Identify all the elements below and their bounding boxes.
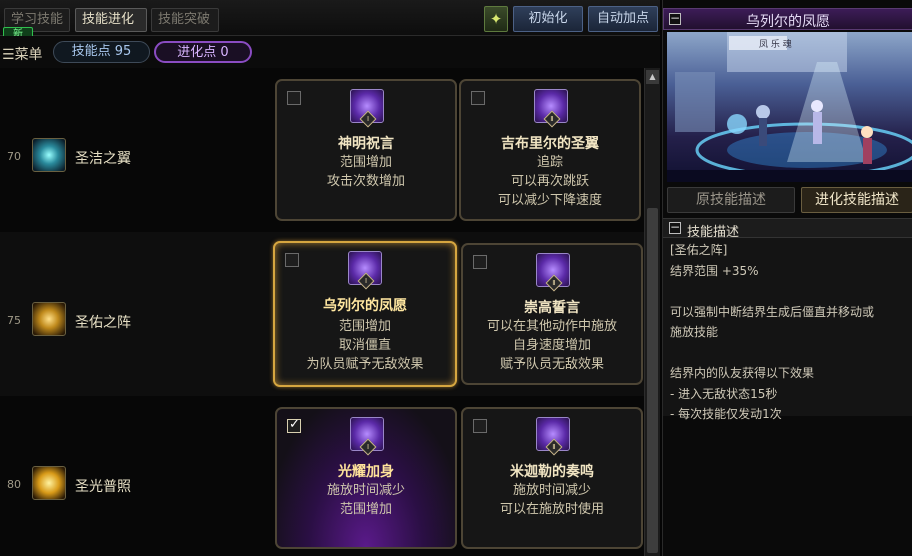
skill-row: 75 圣佑之阵 Ⅰ 乌列尔的凤愿 范围增加 取消僵直 为队员赋予无敌效果 Ⅱ 崇… — [0, 232, 644, 396]
option-effect: 取消僵直 — [338, 338, 391, 353]
wing-skill-icon[interactable] — [32, 138, 66, 172]
evolution-rune-icon: Ⅱ — [536, 253, 570, 292]
sparkle-icon: ✦ — [489, 10, 503, 28]
skill-row: 70 圣洁之翼 Ⅰ 神明祝言 范围增加 攻击次数增加 Ⅱ 吉布里尔的圣翼 追踪 … — [0, 68, 644, 232]
top-tab-bar: 学习技能 技能进化 技能突破 ✦ 初始化 自动加点 — [0, 0, 660, 36]
evolution-rune-icon: Ⅱ — [534, 89, 568, 128]
evolution-option-card[interactable]: Ⅱ 吉布里尔的圣翼 追踪 可以再次跳跃 可以减少下降速度 — [459, 79, 641, 221]
description-line: 结界范围 +35% — [670, 263, 759, 278]
skill-name: 圣洁之翼 — [75, 151, 131, 167]
tab-evolution-description[interactable]: 进化技能描述 — [801, 187, 912, 213]
option-effect: 追踪 — [536, 155, 563, 170]
initialize-button[interactable]: 初始化 — [513, 6, 583, 32]
evolution-option-card[interactable]: Ⅱ 米迦勒的奏鸣 施放时间减少 可以在施放时使用 — [461, 407, 643, 549]
detail-panel-header: − 乌列尔的凤愿 — [663, 8, 912, 30]
skill-preview-image: 凤 乐 魂 — [667, 32, 912, 182]
radiance-skill-icon[interactable] — [32, 466, 66, 500]
skill-detail-panel: − 乌列尔的凤愿 凤 乐 魂 原技能描述 进化技能描述 − 技能描述 [圣佑之阵… — [662, 0, 912, 556]
option-effect: 施放时间减少 — [512, 483, 591, 498]
description-line — [670, 343, 906, 364]
option-title: 吉布里尔的圣翼 — [501, 136, 599, 152]
menu-button[interactable]: ☰菜单 — [2, 44, 43, 64]
option-title: 神明祝言 — [338, 136, 394, 152]
preview-scene: 凤 乐 魂 — [667, 32, 912, 182]
skill-level: 80 — [7, 478, 21, 491]
description-line: - 进入无敌状态15秒 — [670, 386, 778, 401]
skill-name: 圣光普照 — [75, 479, 131, 495]
evolution-option-card-checked[interactable]: Ⅰ 光耀加身 施放时间减少 范围增加 — [275, 407, 457, 549]
option-effect: 可以在施放时使用 — [499, 502, 604, 517]
option-checkbox[interactable] — [285, 253, 299, 267]
option-effect: 为队员赋予无敌效果 — [306, 357, 424, 372]
auto-add-button[interactable]: 自动加点 — [588, 6, 658, 32]
holy-circle-skill-icon[interactable] — [32, 302, 66, 336]
description-line: 结界内的队友获得以下效果 — [670, 366, 815, 380]
option-checkbox-checked[interactable] — [287, 417, 301, 433]
description-line — [670, 281, 906, 302]
evolution-option-card[interactable]: Ⅰ 神明祝言 范围增加 攻击次数增加 — [275, 79, 457, 221]
tab-skill-evolution[interactable]: 技能进化 — [75, 8, 147, 32]
evolution-option-card-selected[interactable]: Ⅰ 乌列尔的凤愿 范围增加 取消僵直 为队员赋予无敌效果 — [273, 241, 457, 387]
option-effect: 施放时间减少 — [326, 483, 405, 498]
option-title: 米迦勒的奏鸣 — [510, 464, 594, 480]
preview-sign-text: 凤 乐 魂 — [759, 38, 792, 50]
evolution-option-card[interactable]: Ⅱ 崇高誓言 可以在其他动作中施放 自身速度增加 赋予队员无敌效果 — [461, 243, 643, 385]
option-checkbox[interactable] — [471, 91, 485, 105]
skill-points-display: 技能点 95 — [53, 41, 150, 63]
option-effect: 可以减少下降速度 — [497, 193, 602, 208]
option-effect: 攻击次数增加 — [326, 174, 405, 189]
description-line: [圣佑之阵] — [670, 243, 728, 257]
description-body: [圣佑之阵] 结界范围 +35% 可以强制中断结界生成后僵直并移动或 施放技能 … — [663, 238, 912, 421]
evolution-rune-icon: Ⅰ — [350, 89, 384, 128]
evolution-points-display: 进化点 0 — [154, 41, 252, 63]
tab-original-description[interactable]: 原技能描述 — [667, 187, 795, 213]
option-effect: 范围增加 — [339, 155, 392, 170]
menu-label: 菜单 — [14, 47, 43, 63]
option-title: 乌列尔的凤愿 — [323, 298, 407, 314]
description-line: - 每次技能仅发动1次 — [670, 407, 782, 421]
option-effect: 范围增加 — [339, 502, 392, 517]
detail-panel-title: 乌列尔的凤愿 — [746, 14, 830, 30]
option-checkbox[interactable] — [287, 91, 301, 105]
option-effect: 可以在其他动作中施放 — [486, 319, 617, 334]
skill-level: 70 — [7, 150, 21, 163]
option-checkbox[interactable] — [473, 255, 487, 269]
description-line: 施放技能 — [670, 325, 719, 339]
skill-name: 圣佑之阵 — [75, 315, 131, 331]
description-header: − 技能描述 — [663, 218, 912, 240]
option-effect: 自身速度增加 — [512, 338, 591, 353]
hamburger-icon: ☰ — [2, 47, 15, 63]
skill-row: 80 圣光普照 Ⅰ 光耀加身 施放时间减少 范围增加 Ⅱ 米迦勒的奏鸣 施放时间… — [0, 396, 644, 556]
option-effect: 可以再次跳跃 — [510, 174, 589, 189]
option-checkbox[interactable] — [473, 419, 487, 433]
list-scrollbar[interactable]: ▲ — [644, 68, 660, 556]
sparkle-settings-button[interactable]: ✦ — [484, 6, 508, 32]
menu-row: ☰菜单 技能点 95 进化点 0 — [0, 36, 660, 68]
skill-level: 75 — [7, 314, 21, 327]
description-line: 可以强制中断结界生成后僵直并移动或 — [670, 304, 875, 319]
option-effect: 赋予队员无敌效果 — [499, 357, 604, 372]
scroll-up-arrow-icon[interactable]: ▲ — [646, 70, 659, 84]
skill-evolution-list: 70 圣洁之翼 Ⅰ 神明祝言 范围增加 攻击次数增加 Ⅱ 吉布里尔的圣翼 追踪 … — [0, 68, 660, 556]
option-title: 光耀加身 — [338, 464, 394, 480]
evolution-rune-icon: Ⅰ — [350, 417, 384, 456]
collapse-icon[interactable]: − — [669, 221, 681, 234]
scroll-thumb[interactable] — [647, 208, 658, 553]
option-title: 崇高誓言 — [524, 300, 580, 316]
tab-skill-breakthrough[interactable]: 技能突破 — [151, 8, 219, 32]
evolution-rune-icon: Ⅱ — [536, 417, 570, 456]
option-effect: 范围增加 — [338, 319, 391, 334]
evolution-rune-icon: Ⅰ — [348, 251, 382, 290]
